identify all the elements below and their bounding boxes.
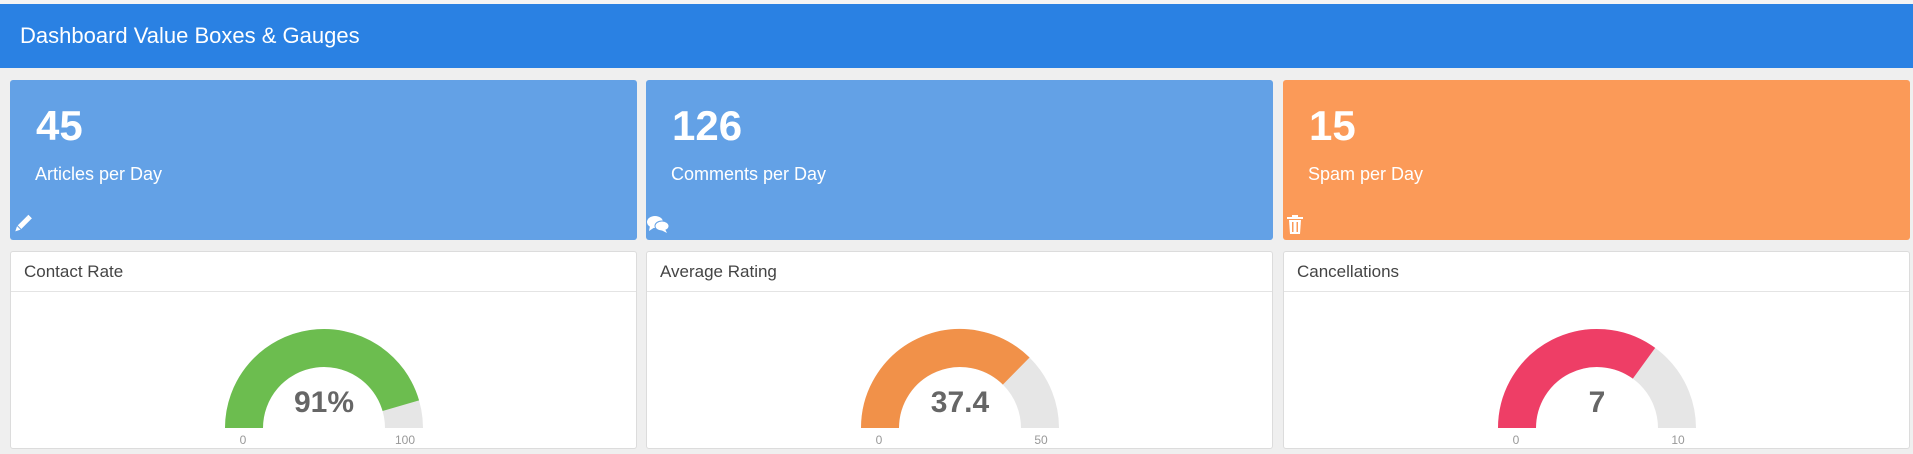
- gauge-max-label: 50: [1034, 433, 1048, 447]
- value-box-spam: 15 Spam per Day: [1283, 80, 1910, 240]
- gauge-min-label: 0: [876, 433, 883, 447]
- value-box-value: 15: [1309, 102, 1356, 149]
- gauge-value: 37.4: [931, 386, 990, 419]
- gauge-box-contact-rate: Contact Rate 91% 0 100: [10, 251, 637, 449]
- gauge-value: 91%: [294, 386, 354, 419]
- value-box-value: 126: [672, 102, 743, 149]
- gauge-title: Average Rating: [647, 252, 1272, 292]
- gauge-value: 7: [1589, 386, 1606, 419]
- page-title: Dashboard Value Boxes & Gauges: [20, 23, 360, 48]
- gauge-max-label: 10: [1671, 433, 1685, 447]
- gauge-average-rating: 37.4 0 50: [861, 329, 1059, 447]
- page-header: Dashboard Value Boxes & Gauges: [0, 4, 1913, 68]
- gauge-box-cancellations: Cancellations 7 0 10: [1283, 251, 1910, 449]
- value-box-value: 45: [36, 102, 83, 149]
- gauge-title: Cancellations: [1284, 252, 1909, 292]
- trash-icon: [1287, 215, 1303, 234]
- gauge-title: Contact Rate: [11, 252, 636, 292]
- pencil-icon: [15, 214, 32, 232]
- gauge-contact-rate: 91% 0 100: [225, 329, 423, 447]
- gauge-box-average-rating: Average Rating 37.4 0 50: [646, 251, 1273, 449]
- value-box-label: Spam per Day: [1308, 164, 1424, 184]
- value-box-label: Comments per Day: [671, 164, 827, 184]
- gauge-min-label: 0: [1513, 433, 1520, 447]
- comments-icon: [647, 216, 670, 233]
- gauge-fill: [1498, 329, 1656, 429]
- value-box-articles: 45 Articles per Day: [10, 80, 637, 240]
- value-box-label: Articles per Day: [35, 164, 163, 184]
- gauge-min-label: 0: [240, 433, 247, 447]
- value-box-comments: 126 Comments per Day: [646, 80, 1273, 240]
- gauge-max-label: 100: [395, 433, 415, 447]
- gauge-cancellations: 7 0 10: [1498, 329, 1696, 447]
